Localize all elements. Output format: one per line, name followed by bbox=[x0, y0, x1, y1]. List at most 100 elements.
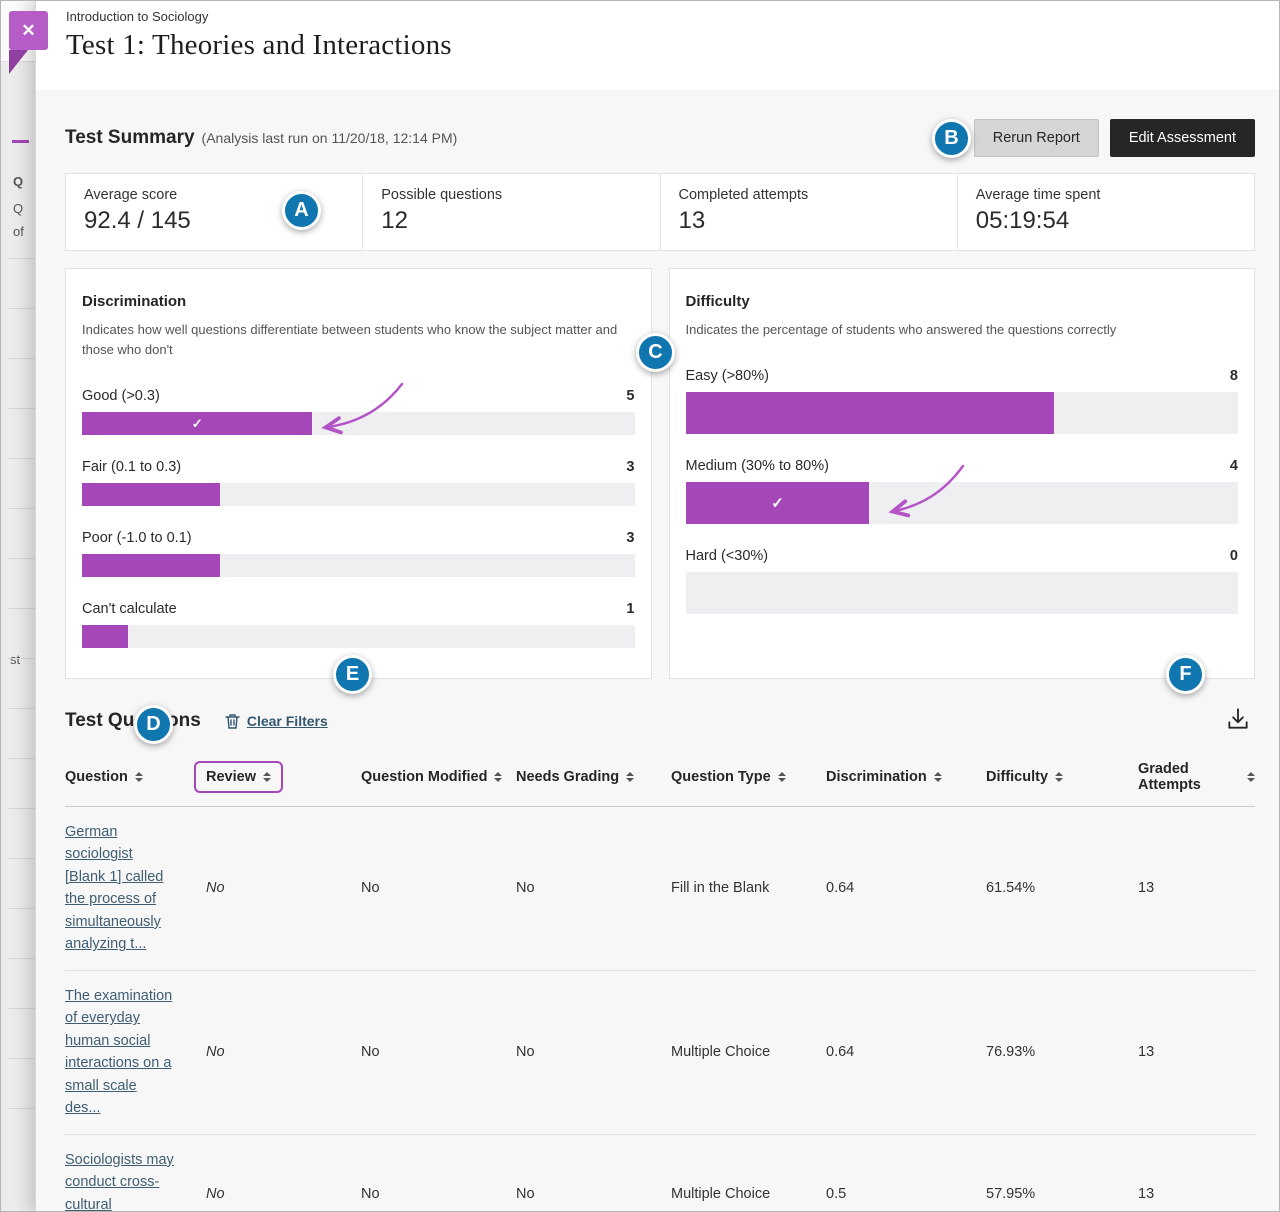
question-link[interactable]: Sociologists may conduct cross-cultural … bbox=[65, 1152, 174, 1212]
difficulty-bar-easy: Easy (>80%) 8 bbox=[686, 368, 1239, 434]
difficulty-card: Difficulty Indicates the percentage of s… bbox=[669, 268, 1256, 679]
table-row: The examination of everyday human social… bbox=[65, 971, 1255, 1135]
annotation-badge-e: E bbox=[333, 655, 372, 694]
background-text-fragment: of bbox=[13, 224, 24, 239]
stat-value: 05:19:54 bbox=[976, 207, 1236, 235]
column-header-discrimination[interactable]: Discrimination bbox=[826, 769, 986, 785]
course-name: Introduction to Sociology bbox=[66, 9, 1280, 24]
background-text-fragment: st bbox=[10, 652, 20, 667]
column-header-needs-grading[interactable]: Needs Grading bbox=[516, 769, 671, 785]
background-accent-fragment bbox=[12, 140, 29, 143]
bar-track bbox=[82, 625, 635, 648]
annotation-badge-b: B bbox=[932, 119, 971, 158]
bar-label: Poor (-1.0 to 0.1) bbox=[82, 530, 192, 546]
discrimination-bar-good: Good (>0.3) 5 ✓ bbox=[82, 388, 635, 435]
discrimination-value: 0.64 bbox=[826, 880, 986, 896]
bar-count: 1 bbox=[626, 601, 634, 617]
annotation-badge-f: F bbox=[1166, 655, 1205, 694]
column-header-question[interactable]: Question bbox=[65, 769, 206, 785]
discrimination-value: 0.5 bbox=[826, 1186, 986, 1202]
close-button-ribbon bbox=[9, 50, 28, 74]
bar-label: Hard (<30%) bbox=[686, 548, 769, 564]
test-questions-header: Test Questions Clear Filters bbox=[65, 702, 1255, 739]
background-text-fragment: Q bbox=[13, 174, 23, 189]
bar-track bbox=[82, 554, 635, 577]
review-value: No bbox=[206, 1186, 361, 1202]
column-label: Question Type bbox=[671, 769, 771, 785]
discrimination-bar-fair: Fair (0.1 to 0.3) 3 bbox=[82, 459, 635, 506]
question-modified-value: No bbox=[361, 1186, 516, 1202]
table-row: German sociologist [Blank 1] called the … bbox=[65, 807, 1255, 971]
test-analysis-panel: Introduction to Sociology Test 1: Theori… bbox=[35, 0, 1280, 1212]
sort-icon bbox=[1247, 772, 1255, 782]
sort-icon bbox=[626, 772, 634, 782]
bar-count: 3 bbox=[626, 459, 634, 475]
sort-icon bbox=[934, 772, 942, 782]
column-label: Question bbox=[65, 769, 128, 785]
difficulty-title: Difficulty bbox=[686, 293, 1239, 310]
column-header-question-type[interactable]: Question Type bbox=[671, 769, 826, 785]
bar-count: 5 bbox=[626, 388, 634, 404]
column-label: Question Modified bbox=[361, 769, 487, 785]
column-label: Discrimination bbox=[826, 769, 927, 785]
test-summary-title: Test Summary bbox=[65, 127, 195, 149]
panel-content: Test Summary (Analysis last run on 11/20… bbox=[36, 90, 1280, 1212]
clear-filters-link[interactable]: Clear Filters bbox=[225, 713, 328, 729]
bar-track: ✓ bbox=[82, 412, 635, 435]
difficulty-bar-hard: Hard (<30%) 0 bbox=[686, 548, 1239, 614]
bar-fill: ✓ bbox=[82, 412, 312, 435]
question-type-value: Multiple Choice bbox=[671, 1044, 826, 1060]
question-type-value: Fill in the Blank bbox=[671, 880, 826, 896]
bar-fill bbox=[82, 554, 220, 577]
question-modified-value: No bbox=[361, 1044, 516, 1060]
question-link[interactable]: German sociologist [Blank 1] called the … bbox=[65, 824, 163, 952]
column-header-difficulty[interactable]: Difficulty bbox=[986, 769, 1138, 785]
column-label: Difficulty bbox=[986, 769, 1048, 785]
column-header-question-modified[interactable]: Question Modified bbox=[361, 769, 516, 785]
sort-icon bbox=[778, 772, 786, 782]
stat-completed-attempts: Completed attempts 13 bbox=[660, 174, 957, 250]
sort-icon bbox=[494, 772, 502, 782]
column-label: Needs Grading bbox=[516, 769, 619, 785]
edit-assessment-button[interactable]: Edit Assessment bbox=[1110, 119, 1255, 157]
check-icon: ✓ bbox=[192, 416, 203, 432]
download-button[interactable] bbox=[1221, 702, 1255, 739]
sort-icon bbox=[135, 772, 143, 782]
annotation-badge-d: D bbox=[134, 705, 173, 744]
bar-label: Easy (>80%) bbox=[686, 368, 769, 384]
summary-stats: Average score 92.4 / 145 Possible questi… bbox=[65, 173, 1255, 251]
stat-label: Possible questions bbox=[381, 187, 641, 203]
column-header-graded-attempts[interactable]: Graded Attempts bbox=[1138, 761, 1255, 793]
bar-label: Can't calculate bbox=[82, 601, 177, 617]
bar-label: Good (>0.3) bbox=[82, 388, 160, 404]
needs-grading-value: No bbox=[516, 1044, 671, 1060]
question-link[interactable]: The examination of everyday human social… bbox=[65, 988, 172, 1116]
difficulty-value: 76.93% bbox=[986, 1044, 1138, 1060]
discrimination-card: Discrimination Indicates how well questi… bbox=[65, 268, 652, 679]
bar-track bbox=[686, 392, 1239, 434]
needs-grading-value: No bbox=[516, 880, 671, 896]
difficulty-bar-medium: Medium (30% to 80%) 4 ✓ bbox=[686, 458, 1239, 524]
bar-fill bbox=[686, 392, 1055, 434]
stat-label: Completed attempts bbox=[679, 187, 939, 203]
close-button[interactable]: ✕ bbox=[9, 11, 48, 50]
check-icon: ✓ bbox=[771, 494, 784, 512]
background-page: Q Q of st bbox=[0, 0, 35, 1212]
test-questions-title: Test Questions bbox=[65, 710, 201, 732]
rerun-report-button[interactable]: Rerun Report bbox=[974, 119, 1099, 157]
stat-average-time: Average time spent 05:19:54 bbox=[957, 174, 1254, 250]
column-header-review[interactable]: Review bbox=[206, 761, 361, 793]
discrimination-bar-cant-calculate: Can't calculate 1 bbox=[82, 601, 635, 648]
stat-value: 12 bbox=[381, 207, 641, 235]
sort-icon bbox=[1055, 772, 1063, 782]
discrimination-bar-poor: Poor (-1.0 to 0.1) 3 bbox=[82, 530, 635, 577]
analysis-cards: Discrimination Indicates how well questi… bbox=[65, 268, 1255, 679]
table-header-row: Question Review Question Modified bbox=[65, 751, 1255, 807]
test-questions-table: Question Review Question Modified bbox=[65, 751, 1255, 1212]
question-type-value: Multiple Choice bbox=[671, 1186, 826, 1202]
review-filter-highlight: Review bbox=[194, 761, 283, 793]
difficulty-description: Indicates the percentage of students who… bbox=[686, 320, 1239, 340]
bar-label: Fair (0.1 to 0.3) bbox=[82, 459, 181, 475]
graded-attempts-value: 13 bbox=[1138, 1186, 1255, 1202]
bar-count: 4 bbox=[1230, 458, 1238, 474]
